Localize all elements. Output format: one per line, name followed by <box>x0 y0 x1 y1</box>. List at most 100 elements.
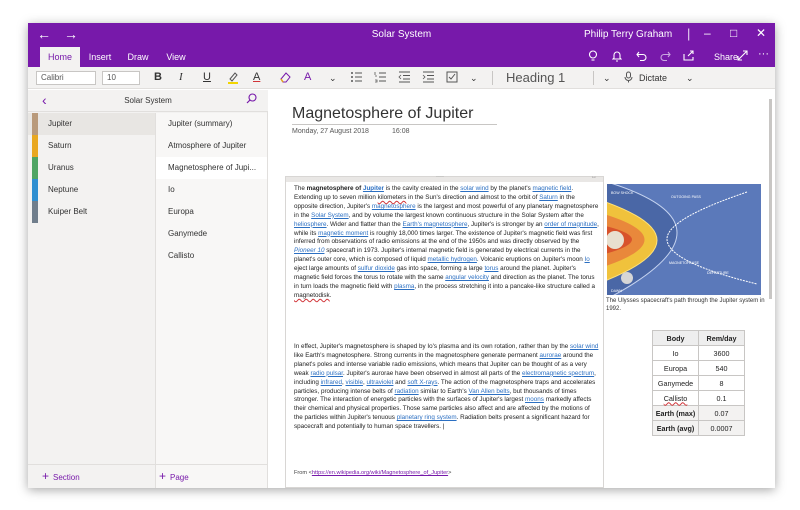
drag-handle-icon[interactable]: ···· <box>436 174 444 180</box>
share-icon[interactable] <box>683 50 695 64</box>
plus-icon: + <box>42 469 50 483</box>
table-row: Earth (max) 0.07 <box>652 405 745 421</box>
italic-button[interactable]: I <box>179 71 183 83</box>
source-link[interactable]: https://en.wikipedia.org/wiki/Magnetosph… <box>312 470 448 476</box>
table-cell[interactable]: Earth (max) <box>652 405 699 421</box>
container-handle[interactable]: ···· ↔ <box>286 174 603 182</box>
table-cell[interactable]: Callisto <box>652 390 699 406</box>
dictate-button[interactable]: Dictate <box>639 73 667 83</box>
table-row: Earth (avg) 0.0007 <box>652 420 745 436</box>
fullscreen-icon[interactable] <box>737 50 748 64</box>
section-label: Saturn <box>48 141 72 150</box>
style-selector[interactable]: Heading 1 <box>506 70 565 85</box>
radiation-table[interactable]: Body Rem/day Io 3600 Europa 540 Ganymede… <box>652 330 745 436</box>
dictate-chevron-icon[interactable]: ⌄ <box>686 73 694 84</box>
page-item[interactable]: Io <box>156 179 267 201</box>
section-uranus[interactable]: Uranus <box>28 157 155 179</box>
add-section-button[interactable]: + Section <box>42 465 80 487</box>
table-cell[interactable]: Io <box>652 345 699 361</box>
table-cell[interactable]: Ganymede <box>652 375 699 391</box>
section-saturn[interactable]: Saturn <box>28 135 155 157</box>
underline-button[interactable]: U <box>203 71 211 83</box>
list-options-chevron-icon[interactable]: ⌄ <box>470 73 478 84</box>
source-suffix: > <box>448 470 452 476</box>
table-cell[interactable]: Earth (avg) <box>652 420 699 436</box>
title-underline <box>292 124 497 125</box>
table-header-row: Body Rem/day <box>652 330 745 346</box>
minimize-icon[interactable]: – <box>704 26 711 40</box>
table-cell[interactable]: 3600 <box>698 345 745 361</box>
bullet-list-icon[interactable] <box>350 71 363 86</box>
page-title[interactable]: Magnetosphere of Jupiter <box>292 105 473 123</box>
format-painter-button[interactable]: A <box>304 71 311 83</box>
redo-icon[interactable] <box>660 50 671 64</box>
decrease-indent-icon[interactable] <box>398 71 411 86</box>
vertical-scrollbar[interactable] <box>769 99 772 299</box>
microphone-icon[interactable] <box>624 71 633 86</box>
tab-view[interactable]: View <box>161 47 191 67</box>
font-name-input[interactable]: Calibri <box>36 71 96 85</box>
toolbar-divider <box>492 71 493 85</box>
notebook-header: ‹ Solar System <box>28 90 268 112</box>
eraser-icon[interactable] <box>279 71 291 86</box>
undo-icon[interactable] <box>636 50 647 64</box>
table-cell[interactable]: 540 <box>698 360 745 376</box>
page-item-selected[interactable]: Magnetosphere of Jupi... <box>156 157 267 179</box>
highlighter-icon[interactable] <box>227 71 239 87</box>
close-icon[interactable]: ✕ <box>756 26 766 40</box>
title-bar: ← → Solar System Philip Terry Graham | –… <box>28 23 775 47</box>
add-page-button[interactable]: + Page <box>159 465 189 487</box>
section-label: Jupiter <box>48 119 73 128</box>
tab-insert[interactable]: Insert <box>84 47 116 67</box>
font-color-button[interactable]: A <box>253 71 260 83</box>
increase-indent-icon[interactable] <box>422 71 435 86</box>
table-cell[interactable]: 0.1 <box>698 390 745 406</box>
tab-draw[interactable]: Draw <box>123 47 153 67</box>
share-button[interactable]: Share <box>714 52 738 62</box>
section-color-tab <box>32 157 38 179</box>
page-item[interactable]: Ganymede <box>156 223 267 245</box>
page-item[interactable]: Europa <box>156 201 267 223</box>
section-neptune[interactable]: Neptune <box>28 179 155 201</box>
source-citation[interactable]: From <https://en.wikipedia.org/wiki/Magn… <box>294 470 451 476</box>
ulysses-trajectory-image[interactable]: BOW SHOCK OUTGOING PASS MAGNETOPAUSE DEP… <box>607 184 761 295</box>
section-kuiper-belt[interactable]: Kuiper Belt <box>28 201 155 223</box>
numbered-list-icon[interactable] <box>374 71 387 86</box>
tab-home[interactable]: Home <box>40 47 80 67</box>
expand-container-icon[interactable]: ↔ <box>591 174 597 180</box>
section-jupiter[interactable]: Jupiter <box>28 113 155 135</box>
image-caption: The Ulysses spacecraft's path through th… <box>606 298 765 312</box>
style-chevron-icon[interactable]: ⌄ <box>603 73 611 84</box>
bold-button[interactable]: B <box>154 71 162 83</box>
image-label-dawn: DAWN <box>611 289 622 293</box>
table-header-cell[interactable]: Body <box>652 330 699 346</box>
todo-checkbox-icon[interactable] <box>446 71 458 86</box>
page-item[interactable]: Atmosphere of Jupiter <box>156 135 267 157</box>
table-header-cell[interactable]: Rem/day <box>698 330 745 346</box>
note-container[interactable]: ···· ↔ The magnetosphere of Jupiter is t… <box>285 174 604 488</box>
bell-icon[interactable] <box>611 50 623 65</box>
table-cell[interactable]: Europa <box>652 360 699 376</box>
toolbar-divider <box>593 71 594 85</box>
search-icon[interactable] <box>246 93 257 107</box>
font-size-input[interactable]: 10 <box>102 71 140 85</box>
page-list: Jupiter (summary) Atmosphere of Jupiter … <box>155 113 267 488</box>
maximize-icon[interactable]: □ <box>730 26 737 40</box>
onenote-window: ← → Solar System Philip Terry Graham | –… <box>28 23 775 488</box>
page-time: 16:08 <box>392 128 410 135</box>
table-cell[interactable]: 0.07 <box>698 405 745 421</box>
page-item[interactable]: Callisto <box>156 245 267 267</box>
paragraph-2[interactable]: In effect, Jupiter's magnetosphere is sh… <box>294 343 600 432</box>
page-item[interactable]: Jupiter (summary) <box>156 113 267 135</box>
table-cell[interactable]: 0.0007 <box>698 420 745 436</box>
paragraph-1[interactable]: The magnetosphere of Jupiter is the cavi… <box>294 185 600 301</box>
user-name[interactable]: Philip Terry Graham <box>584 29 672 40</box>
more-icon[interactable]: ··· <box>758 48 769 60</box>
page-canvas[interactable]: Magnetosphere of Jupiter Monday, 27 Augu… <box>269 90 775 488</box>
more-format-chevron-icon[interactable]: ⌄ <box>329 73 337 84</box>
table-cell[interactable]: 8 <box>698 375 745 391</box>
section-color-tab <box>32 201 38 223</box>
lightbulb-icon[interactable] <box>588 50 598 65</box>
notebook-name[interactable]: Solar System <box>28 96 268 105</box>
plus-icon: + <box>159 469 167 483</box>
